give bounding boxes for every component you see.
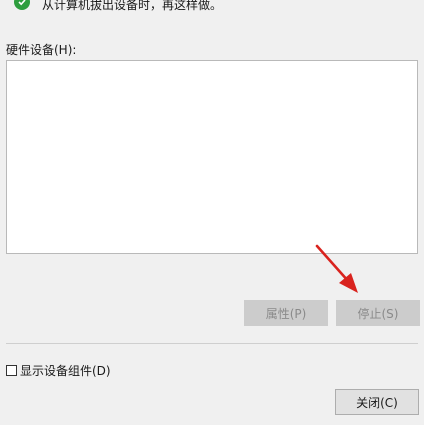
close-button[interactable]: 关闭(C): [335, 389, 419, 415]
divider: [6, 343, 418, 344]
show-components-label: 显示设备组件(D): [20, 364, 111, 378]
hardware-devices-label: 硬件设备(H):: [6, 43, 77, 57]
top-note-text: 从计算机拔出设备时，再这样做。: [42, 0, 223, 12]
check-circle-icon: [14, 0, 30, 10]
stop-button[interactable]: 停止(S): [336, 300, 420, 326]
hardware-device-list[interactable]: [6, 60, 418, 254]
show-components-option[interactable]: 显示设备组件(D): [6, 362, 111, 379]
properties-button[interactable]: 属性(P): [244, 300, 328, 326]
show-components-checkbox[interactable]: [6, 365, 17, 376]
safely-remove-hardware-dialog: 从计算机拔出设备时，再这样做。 硬件设备(H): 属性(P) 停止(S) 显示设…: [0, 0, 424, 425]
top-note: 从计算机拔出设备时，再这样做。: [14, 0, 222, 14]
